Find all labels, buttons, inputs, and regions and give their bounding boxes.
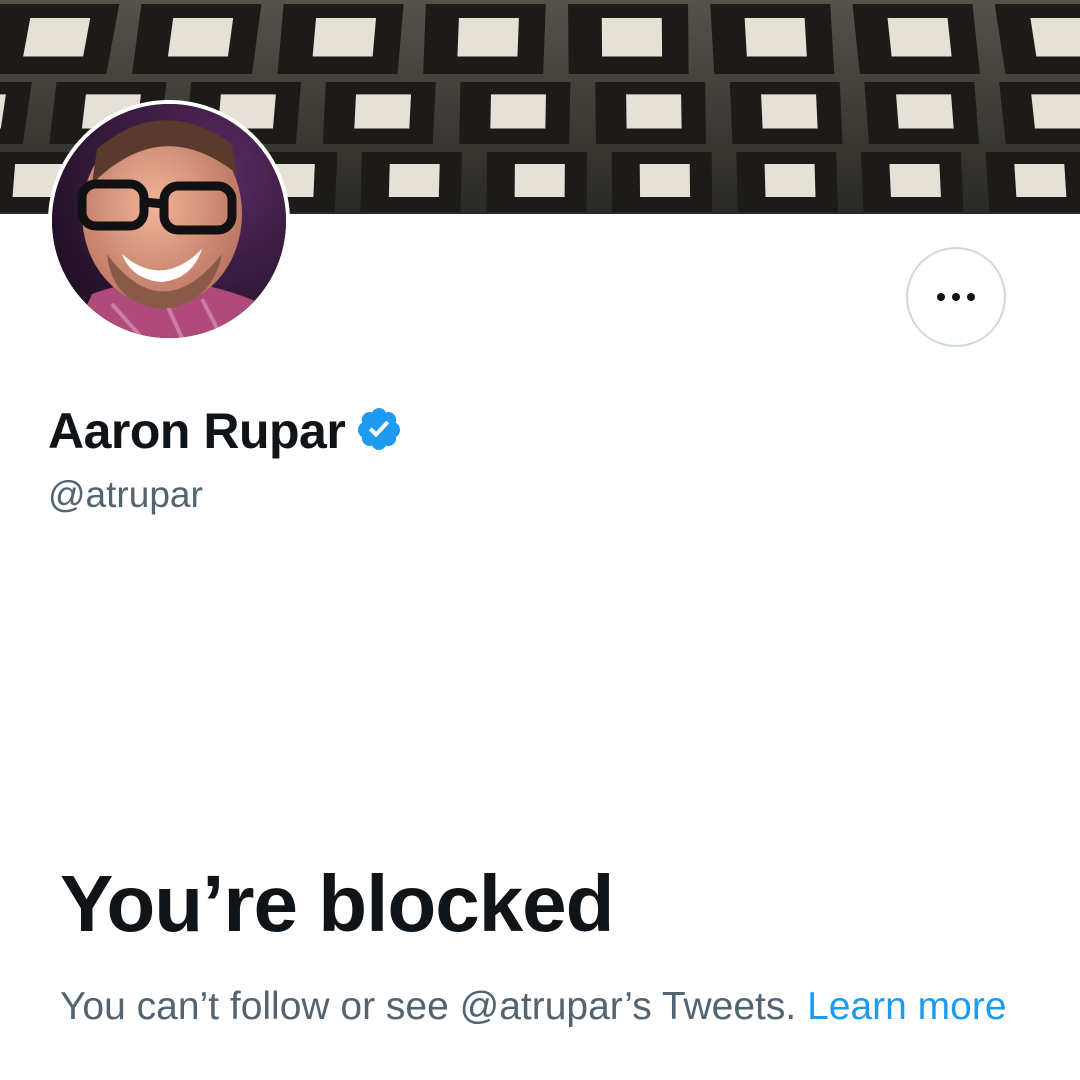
avatar[interactable] xyxy=(48,100,290,342)
verified-badge-icon xyxy=(355,405,403,458)
profile-handle: @atrupar xyxy=(48,474,203,515)
more-horizontal-icon xyxy=(937,293,975,301)
profile-name-row: Aaron Rupar xyxy=(48,396,403,466)
avatar-image xyxy=(52,104,286,338)
blocked-message-text: You can’t follow or see @atrupar’s Tweet… xyxy=(60,985,797,1028)
learn-more-link[interactable]: Learn more xyxy=(807,985,1006,1028)
display-name: Aaron Rupar xyxy=(48,403,346,459)
blocked-message: You can’t follow or see @atrupar’s Tweet… xyxy=(60,978,1020,1036)
blocked-title: You’re blocked xyxy=(60,859,615,948)
more-options-button[interactable] xyxy=(906,247,1006,347)
